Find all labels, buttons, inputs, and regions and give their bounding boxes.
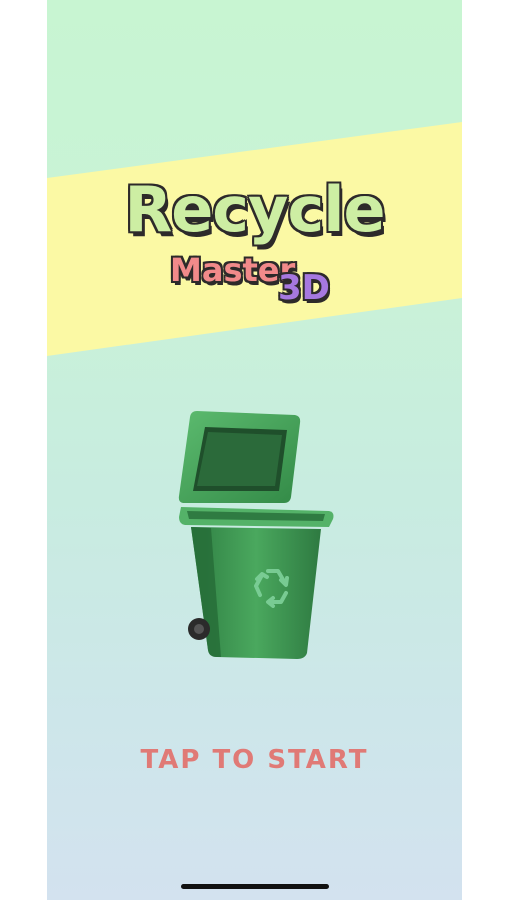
logo-subtitle: Master (170, 251, 296, 289)
tap-to-start-prompt[interactable]: TAP TO START (47, 745, 462, 775)
logo-suffix: 3D (278, 268, 330, 308)
game-screen[interactable]: Recycle Master 3D TAP TO START (47, 0, 462, 900)
logo-title: Recycle (124, 173, 385, 246)
recycling-bin-icon (178, 411, 334, 659)
home-indicator[interactable] (181, 884, 329, 889)
game-logo: Recycle Master 3D (47, 170, 462, 330)
device-frame: Recycle Master 3D TAP TO START (0, 0, 507, 900)
